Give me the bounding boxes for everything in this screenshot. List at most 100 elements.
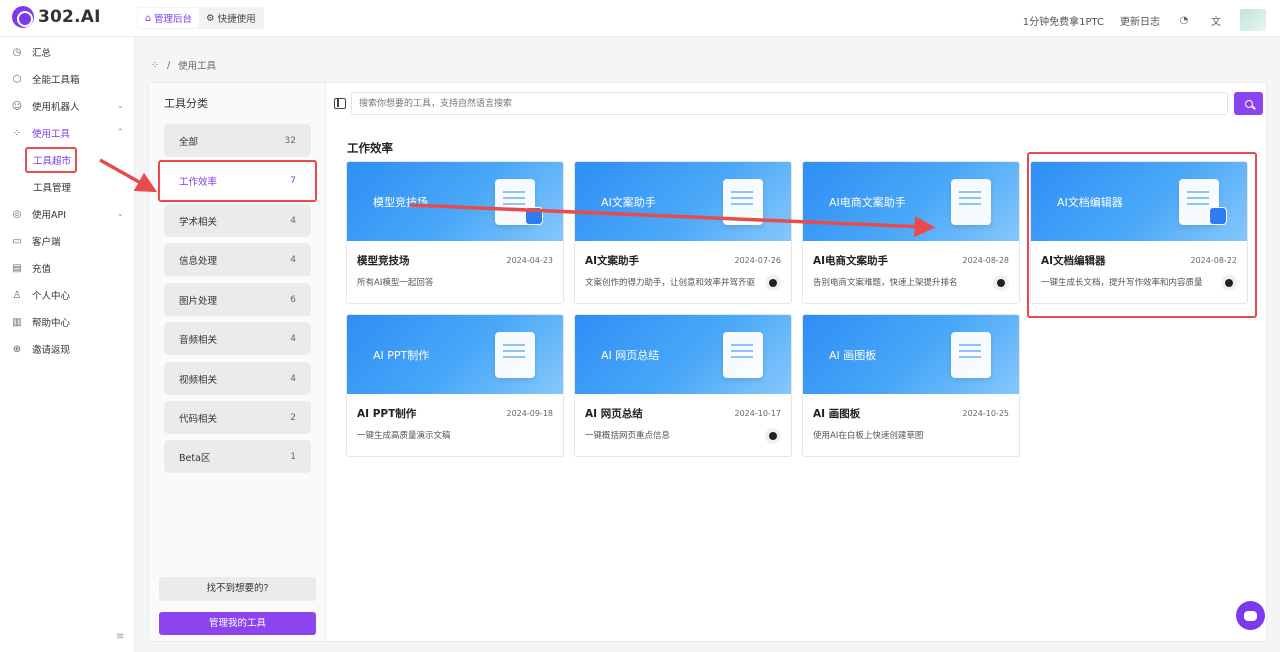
sidebar-item-label: 使用工具 xyxy=(32,129,71,140)
sidebar-sub-tool-manage[interactable]: 工具管理 xyxy=(33,177,71,197)
tool-banner: AI文案助手 xyxy=(575,162,791,241)
sidebar-item-recharge[interactable]: ▤ 充值 xyxy=(10,257,128,279)
sidebar-item-api[interactable]: ◎ 使用API ⌄ xyxy=(10,203,128,225)
tool-card[interactable]: AI电商文案助手 AI电商文案助手 2024-08-28 告别电商文案难题，快速… xyxy=(802,161,1020,304)
sidebar-item-toolbox[interactable]: ⬡ 全能工具箱 xyxy=(10,68,128,90)
github-icon[interactable] xyxy=(993,275,1009,291)
sidebar-item-label: 邀请返现 xyxy=(32,345,71,356)
user-icon: ♙ xyxy=(12,289,22,301)
category-count: 4 xyxy=(290,333,296,344)
sidebar-item-invite[interactable]: ⊕ 邀请返现 xyxy=(10,338,128,360)
tool-desc: 所有AI模型一起回答 xyxy=(357,278,434,288)
tool-name: AI 画图板 xyxy=(813,408,861,420)
monitor-icon: ▭ xyxy=(12,235,22,247)
tool-banner: AI 画图板 xyxy=(803,315,1019,394)
tab-admin[interactable]: ⌂ 管理后台 xyxy=(138,8,200,28)
sidebar-item-label: 使用API xyxy=(32,210,67,221)
category-item[interactable]: 视频相关 4 xyxy=(164,362,311,395)
tool-date: 2024-04-23 xyxy=(506,256,554,265)
avatar[interactable] xyxy=(1240,9,1266,31)
category-label: 学术相关 xyxy=(179,216,218,228)
logo[interactable]: 302.AI xyxy=(12,6,101,28)
logo-text: 302.AI xyxy=(38,7,101,27)
category-item[interactable]: 全部 32 xyxy=(164,124,311,157)
category-item[interactable]: 音频相关 4 xyxy=(164,322,311,355)
sidebar-item-summary[interactable]: ◷ 汇总 xyxy=(10,41,128,63)
sidebar-item-robot[interactable]: ☺ 使用机器人 ⌄ xyxy=(10,95,128,117)
tool-banner: AI PPT制作 xyxy=(347,315,563,394)
tool-date: 2024-10-17 xyxy=(734,409,782,418)
sidebar-item-help[interactable]: ▥ 帮助中心 xyxy=(10,311,128,333)
sidebar-item-label: 全能工具箱 xyxy=(32,75,80,86)
category-label: 信息处理 xyxy=(179,255,218,267)
sidebar-item-label: 个人中心 xyxy=(32,291,71,302)
tool-name: AI PPT制作 xyxy=(357,408,417,420)
tool-name: AI电商文案助手 xyxy=(813,255,889,267)
main-panel: 工具分类 全部 32 工作效率 7 学术相关 4 信息处理 4 图片处理 6 音… xyxy=(148,82,1267,642)
tool-desc: 一键生成高质量演示文稿 xyxy=(357,431,451,441)
category-item[interactable]: 信息处理 4 xyxy=(164,243,311,276)
tool-card[interactable]: 模型竞技场 模型竞技场 2024-04-23 所有AI模型一起回答 xyxy=(346,161,564,304)
sidebar-item-label: 帮助中心 xyxy=(32,318,71,329)
banner-title: AI文案助手 xyxy=(601,196,656,209)
tool-desc: 告别电商文案难题，快速上架提升排名 xyxy=(813,278,958,288)
tool-card[interactable]: AI文案助手 AI文案助手 2024-07-26 文案创作的得力助手，让创意和效… xyxy=(574,161,792,304)
collapse-sidebar-icon[interactable]: ≡ xyxy=(116,631,124,642)
tool-name: AI文案助手 xyxy=(585,255,640,267)
bell-icon[interactable]: ◔ xyxy=(1176,12,1192,28)
category-item[interactable]: 学术相关 4 xyxy=(164,204,311,237)
category-column: 工具分类 全部 32 工作效率 7 学术相关 4 信息处理 4 图片处理 6 音… xyxy=(149,83,326,641)
section-title: 工作效率 xyxy=(347,141,393,155)
tool-name: 模型竞技场 xyxy=(357,255,410,267)
translate-icon[interactable]: 文 xyxy=(1208,12,1224,28)
tool-name: AI 网页总结 xyxy=(585,408,643,420)
tab-quick-use[interactable]: ⚙ 快捷使用 xyxy=(199,8,263,28)
search-input[interactable] xyxy=(351,92,1228,115)
category-count: 6 xyxy=(290,294,296,305)
category-label: Beta区 xyxy=(179,452,211,464)
promo-link[interactable]: 1分钟免费拿1PTC xyxy=(1023,13,1104,28)
gift-icon: ⊕ xyxy=(12,343,22,355)
category-item[interactable]: 图片处理 6 xyxy=(164,283,311,316)
tool-card[interactable]: AI 网页总结 AI 网页总结 2024-10-17 一键概括网页重点信息 xyxy=(574,314,792,457)
chevron-down-icon: ⌄ xyxy=(116,101,124,111)
shopping-bag-icon xyxy=(951,179,991,225)
github-icon[interactable] xyxy=(765,275,781,291)
category-count: 1 xyxy=(290,451,296,462)
chevron-up-icon: ⌃ xyxy=(116,128,124,138)
gear-icon: ⚙ xyxy=(206,12,215,24)
banner-title: 模型竞技场 xyxy=(373,196,428,209)
category-label: 代码相关 xyxy=(179,413,218,425)
tool-banner: AI 网页总结 xyxy=(575,315,791,394)
annotation-box-category xyxy=(158,160,317,202)
cant-find-button[interactable]: 找不到想要的? xyxy=(159,577,316,601)
sidebar-item-tools[interactable]: ⁘ 使用工具 ⌃ xyxy=(10,122,128,144)
tool-desc: 一键概括网页重点信息 xyxy=(585,431,671,441)
category-count: 4 xyxy=(290,215,296,226)
category-label: 音频相关 xyxy=(179,334,218,346)
sidebar-item-profile[interactable]: ♙ 个人中心 xyxy=(10,284,128,306)
sidebar-item-client[interactable]: ▭ 客户端 xyxy=(10,230,128,252)
tool-banner: AI电商文案助手 xyxy=(803,162,1019,241)
category-item[interactable]: Beta区 1 xyxy=(164,440,311,473)
robot-icon: ☺ xyxy=(11,100,23,112)
category-item[interactable]: 代码相关 2 xyxy=(164,401,311,434)
github-icon[interactable] xyxy=(765,428,781,444)
manage-tools-button[interactable]: 管理我的工具 xyxy=(159,612,316,635)
changelog-link[interactable]: 更新日志 xyxy=(1120,13,1160,28)
chevron-down-icon: ⌄ xyxy=(116,209,124,219)
sidebar-item-label: 使用机器人 xyxy=(32,102,80,113)
tool-date: 2024-09-18 xyxy=(506,409,554,418)
apps-icon[interactable]: ⁘ xyxy=(151,60,159,71)
category-count: 32 xyxy=(284,135,296,146)
sidebar-toggle-icon[interactable] xyxy=(334,98,346,109)
tool-card[interactable]: AI PPT制作 AI PPT制作 2024-09-18 一键生成高质量演示文稿 xyxy=(346,314,564,457)
search-button[interactable] xyxy=(1234,92,1263,115)
home-icon: ⌂ xyxy=(145,12,152,24)
chat-bubble-icon[interactable] xyxy=(1236,601,1265,630)
category-count: 4 xyxy=(290,254,296,265)
banner-title: AI 画图板 xyxy=(829,349,877,362)
logo-icon xyxy=(12,6,34,28)
tool-card[interactable]: AI 画图板 AI 画图板 2024-10-25 使用AI在白板上快速创建草图 xyxy=(802,314,1020,457)
banner-title: AI PPT制作 xyxy=(373,349,430,362)
